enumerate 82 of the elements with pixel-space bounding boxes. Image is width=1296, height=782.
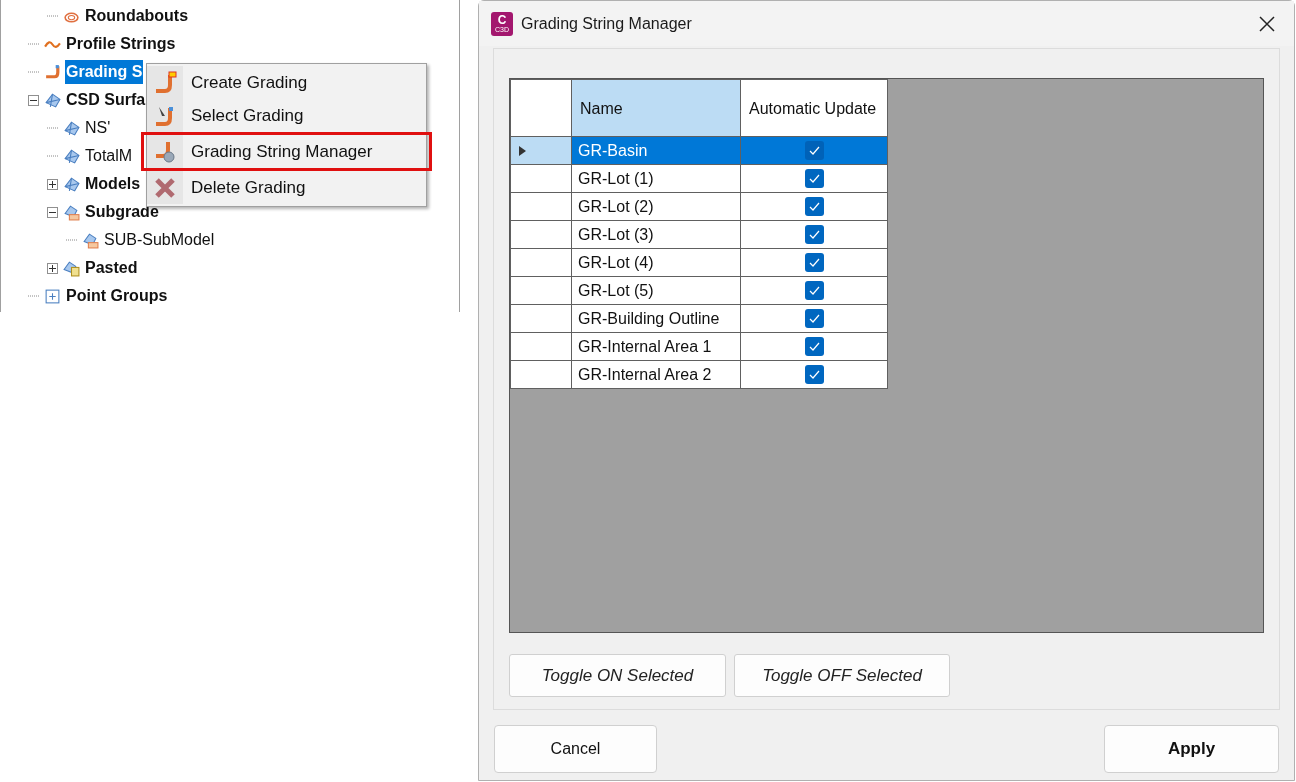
checkbox[interactable]	[804, 253, 824, 272]
row-header[interactable]	[510, 164, 572, 193]
checkmark-icon	[808, 230, 820, 239]
checkmark-icon	[808, 258, 820, 267]
cancel-button[interactable]: Cancel	[494, 725, 657, 773]
tree-item[interactable]: Pasted	[84, 256, 139, 280]
expand-toggle[interactable]	[47, 178, 58, 190]
connector-line	[66, 239, 78, 241]
checkbox[interactable]	[804, 197, 824, 216]
menu-item[interactable]: Grading String Manager	[147, 135, 426, 168]
tree-item[interactable]: Grading S	[65, 60, 144, 84]
connector-line	[28, 71, 40, 73]
checkbox[interactable]	[804, 365, 824, 384]
column-header[interactable]: Name	[571, 79, 741, 137]
checkmark-icon	[808, 202, 820, 211]
row-header[interactable]	[510, 192, 572, 221]
expand-toggle[interactable]	[47, 262, 58, 274]
checkmark-icon	[808, 286, 820, 295]
surface-icon	[63, 119, 80, 137]
checkmark-icon	[808, 174, 820, 183]
table-cell: GR-Lot (2)	[571, 192, 741, 221]
clipboard-icon	[63, 259, 80, 277]
table-cell: GR-Lot (5)	[571, 276, 741, 305]
toggle-button[interactable]: Toggle ON Selected	[509, 654, 726, 697]
surface-icon	[63, 203, 80, 221]
cross-icon	[153, 175, 177, 200]
window-title: Grading String Manager	[521, 13, 692, 34]
checkbox[interactable]	[804, 225, 824, 244]
surface-icon	[63, 147, 80, 165]
tree-item[interactable]: Profile Strings	[65, 32, 177, 56]
collapse-toggle[interactable]	[47, 206, 58, 218]
toggle-button[interactable]: Toggle OFF Selected	[734, 654, 950, 697]
checkmark-icon	[808, 370, 820, 379]
connector-line	[47, 155, 59, 157]
checkbox[interactable]	[804, 141, 824, 160]
app-icon-letter: C	[497, 14, 507, 26]
tree-item[interactable]: Models	[84, 172, 142, 196]
checkbox[interactable]	[804, 169, 824, 188]
row-header[interactable]	[510, 304, 572, 333]
menu-item[interactable]: Create Grading	[147, 66, 426, 99]
surface-icon	[63, 175, 80, 193]
checkmark-icon	[808, 314, 820, 323]
grading-icon	[153, 70, 177, 95]
table-cell: GR-Lot (1)	[571, 164, 741, 193]
checkbox[interactable]	[804, 281, 824, 300]
tree-item[interactable]: Roundabouts	[84, 4, 190, 28]
collapse-toggle[interactable]	[28, 94, 39, 106]
connector-line	[28, 295, 40, 297]
tree-item[interactable]: SUB-SubModel	[103, 228, 216, 252]
point-icon	[44, 287, 61, 305]
connector-line	[47, 15, 59, 17]
checkbox[interactable]	[804, 309, 824, 328]
row-header[interactable]	[510, 276, 572, 305]
checkmark-icon	[808, 342, 820, 351]
row-header[interactable]	[510, 220, 572, 249]
tree-item[interactable]: NS'	[84, 116, 112, 140]
menu-item[interactable]: Select Grading	[147, 99, 426, 132]
tree-item[interactable]: TotalM	[84, 144, 134, 168]
table-cell: GR-Internal Area 2	[571, 360, 741, 389]
tree-item[interactable]: Point Groups	[65, 284, 169, 308]
close-icon	[1259, 15, 1275, 32]
column-header[interactable]: Automatic Update	[740, 79, 888, 137]
checkbox[interactable]	[804, 337, 824, 356]
apply-button[interactable]: Apply	[1104, 725, 1279, 773]
connector-line	[47, 127, 59, 129]
surface-icon	[82, 231, 99, 249]
row-header[interactable]	[510, 136, 572, 165]
row-header[interactable]	[510, 248, 572, 277]
plus-icon	[48, 263, 57, 273]
table-cell: GR-Building Outline	[571, 304, 741, 333]
row-header[interactable]	[510, 360, 572, 389]
table-cell: GR-Lot (4)	[571, 248, 741, 277]
table-cell: GR-Basin	[571, 136, 741, 165]
plus-icon	[48, 179, 57, 189]
connector-line	[28, 43, 40, 45]
table-cell: GR-Lot (3)	[571, 220, 741, 249]
tree-item[interactable]: CSD Surfa	[65, 88, 147, 112]
row-header[interactable]	[510, 332, 572, 361]
surface-icon	[44, 91, 61, 109]
checkmark-icon	[808, 146, 820, 155]
table-cell: GR-Internal Area 1	[571, 332, 741, 361]
grading-icon	[44, 63, 61, 81]
